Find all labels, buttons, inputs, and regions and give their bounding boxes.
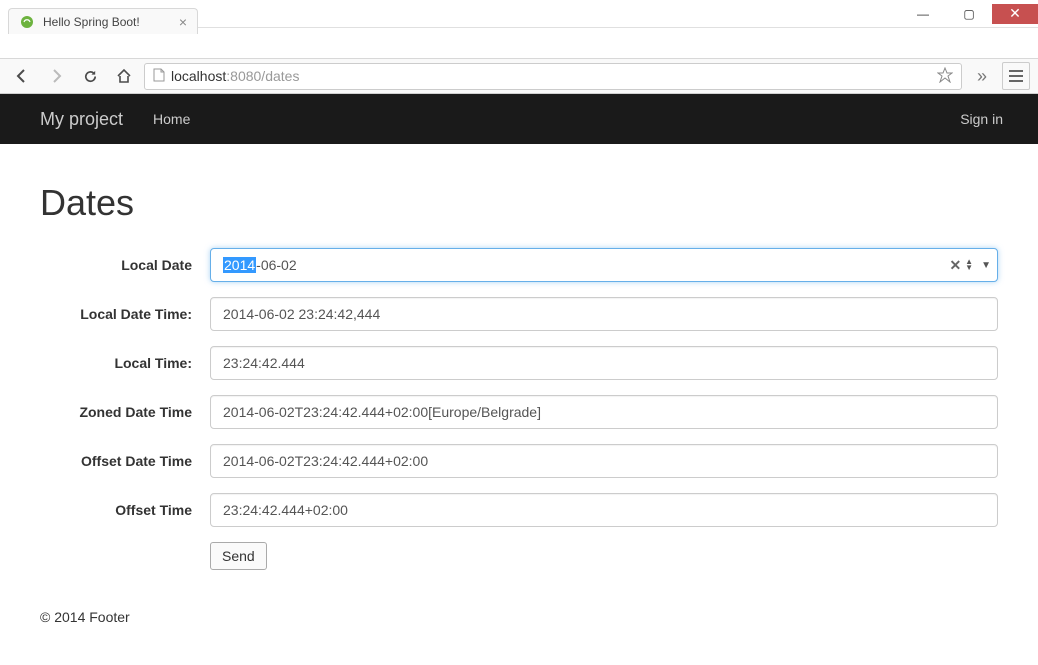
- row-offset-date-time: Offset Date Time 2014-06-02T23:24:42.444…: [40, 444, 998, 478]
- label-local-date-time: Local Date Time:: [40, 306, 210, 322]
- label-offset-time: Offset Time: [40, 502, 210, 518]
- input-local-time[interactable]: 23:24:42.444: [210, 346, 998, 380]
- browser-tab[interactable]: Hello Spring Boot! ×: [8, 8, 198, 34]
- app-navbar: My project Home Sign in: [0, 94, 1038, 144]
- browser-toolbar: localhost:8080/dates »: [0, 58, 1038, 94]
- spring-favicon-icon: [19, 14, 35, 30]
- browser-window: — ▢ ✕ Hello Spring Boot! ×: [0, 0, 1038, 665]
- extensions-overflow-button[interactable]: »: [968, 62, 996, 90]
- input-offset-time[interactable]: 23:24:42.444+02:00: [210, 493, 998, 527]
- input-local-date[interactable]: 2014-06-02 ✕ ▲▼ ▼: [210, 248, 998, 282]
- address-bar[interactable]: localhost:8080/dates: [144, 63, 962, 90]
- date-spinner-icon[interactable]: ▲▼: [965, 259, 973, 271]
- chrome-menu-button[interactable]: [1002, 62, 1030, 90]
- date-input-controls: ✕ ▲▼ ▼: [949, 257, 991, 274]
- row-local-date-time: Local Date Time: 2014-06-02 23:24:42,444: [40, 297, 998, 331]
- page-icon: [153, 68, 165, 85]
- navbar-brand[interactable]: My project: [20, 109, 138, 130]
- row-local-time: Local Time: 23:24:42.444: [40, 346, 998, 380]
- row-submit: Send: [40, 542, 998, 570]
- bookmark-star-icon[interactable]: [937, 67, 953, 86]
- row-zoned-date-time: Zoned Date Time 2014-06-02T23:24:42.444+…: [40, 395, 998, 429]
- label-zoned-date-time: Zoned Date Time: [40, 404, 210, 420]
- input-offset-date-time[interactable]: 2014-06-02T23:24:42.444+02:00: [210, 444, 998, 478]
- local-date-value: 2014-06-02: [223, 257, 297, 273]
- row-local-date: Local Date 2014-06-02 ✕ ▲▼ ▼: [40, 248, 998, 282]
- nav-link-home[interactable]: Home: [138, 111, 205, 127]
- send-button[interactable]: Send: [210, 542, 267, 570]
- label-local-time: Local Time:: [40, 355, 210, 371]
- window-maximize-button[interactable]: ▢: [946, 4, 992, 24]
- input-zoned-date-time[interactable]: 2014-06-02T23:24:42.444+02:00[Europe/Bel…: [210, 395, 998, 429]
- page-content: Dates Local Date 2014-06-02 ✕ ▲▼ ▼ Local…: [0, 144, 1038, 605]
- row-offset-time: Offset Time 23:24:42.444+02:00: [40, 493, 998, 527]
- reload-button[interactable]: [76, 62, 104, 90]
- back-button[interactable]: [8, 62, 36, 90]
- tab-close-icon[interactable]: ×: [179, 14, 187, 30]
- home-button[interactable]: [110, 62, 138, 90]
- tab-strip: Hello Spring Boot! ×: [0, 4, 198, 34]
- url-text: localhost:8080/dates: [171, 68, 299, 84]
- tab-title: Hello Spring Boot!: [43, 15, 140, 29]
- date-clear-icon[interactable]: ✕: [949, 257, 961, 274]
- label-local-date: Local Date: [40, 257, 210, 273]
- date-picker-toggle-icon[interactable]: ▼: [981, 260, 991, 271]
- label-offset-date-time: Offset Date Time: [40, 453, 210, 469]
- page-footer: © 2014 Footer: [0, 605, 1038, 629]
- page-title: Dates: [40, 182, 998, 224]
- forward-button[interactable]: [42, 62, 70, 90]
- nav-link-signin[interactable]: Sign in: [945, 111, 1018, 127]
- input-local-date-time[interactable]: 2014-06-02 23:24:42,444: [210, 297, 998, 331]
- window-minimize-button[interactable]: —: [900, 4, 946, 24]
- window-close-button[interactable]: ✕: [992, 4, 1038, 24]
